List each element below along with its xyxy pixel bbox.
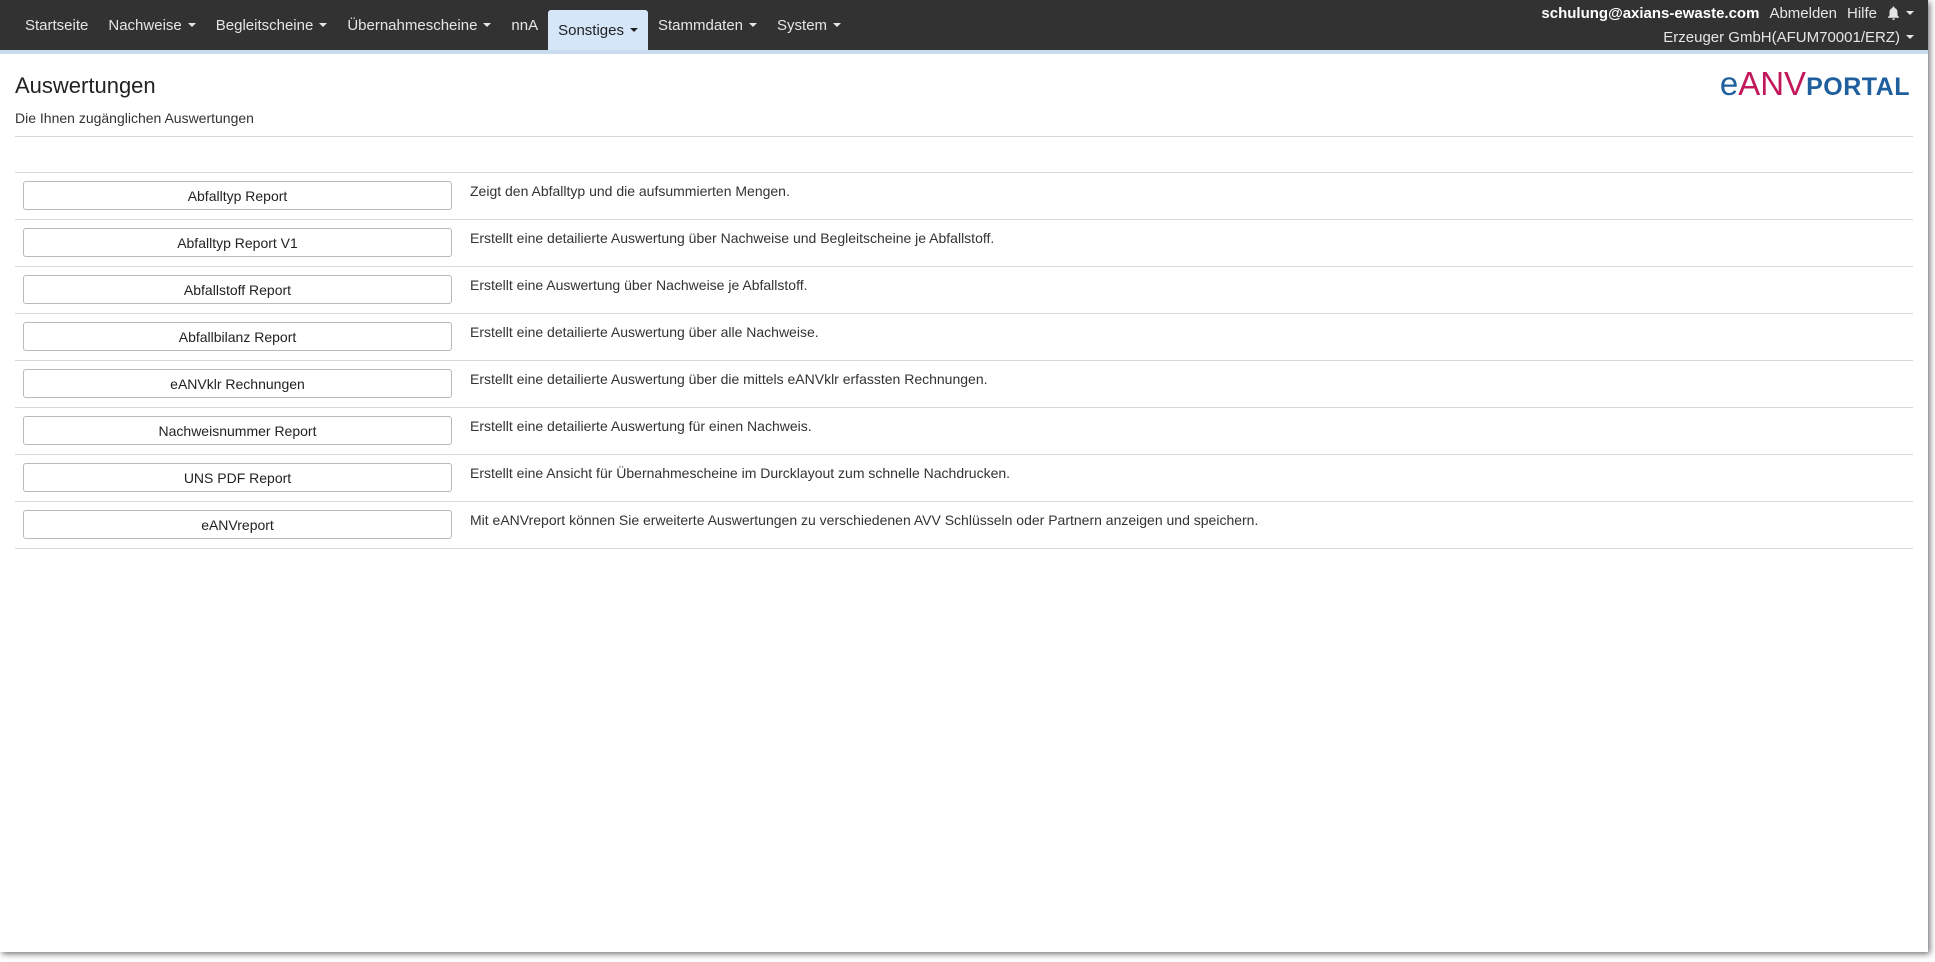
nav-startseite-label: Startseite	[25, 16, 89, 34]
user-area: schulung@axians-ewaste.com Abmelden Hilf…	[1541, 3, 1914, 48]
main-menu: Startseite Nachweise Begleitscheine Über…	[15, 0, 851, 50]
nav-system-label: System	[777, 16, 828, 34]
logo-portal: PORTAL	[1806, 73, 1910, 101]
report-row: Abfallstoff Report Erstellt eine Auswert…	[15, 267, 1913, 314]
abfallbilanz-report-button[interactable]: Abfallbilanz Report	[23, 322, 452, 351]
report-row: Abfallbilanz Report Erstellt eine detail…	[15, 314, 1913, 361]
report-description: Mit eANVreport können Sie erweiterte Aus…	[470, 512, 1259, 528]
nachweisnummer-report-button[interactable]: Nachweisnummer Report	[23, 416, 452, 445]
report-description: Erstellt eine detailierte Auswertung für…	[470, 418, 812, 434]
eanv-portal-logo: eANVPORTAL	[1720, 64, 1910, 107]
nav-nna-label: nnA	[511, 16, 539, 34]
report-description: Erstellt eine Auswertung über Nachweise …	[470, 277, 808, 293]
nav-begleitscheine[interactable]: Begleitscheine	[206, 0, 338, 50]
nav-sonstiges[interactable]: Sonstiges	[548, 10, 648, 50]
notifications-button[interactable]	[1887, 6, 1914, 20]
abfallstoff-report-button[interactable]: Abfallstoff Report	[23, 275, 452, 304]
app-window: Startseite Nachweise Begleitscheine Über…	[0, 0, 1928, 952]
page-header: Auswertungen Die Ihnen zugänglichen Ausw…	[15, 54, 1913, 137]
nav-stammdaten-label: Stammdaten	[657, 16, 744, 34]
chevron-down-icon	[1906, 11, 1914, 15]
report-description: Erstellt eine detailierte Auswertung übe…	[470, 371, 988, 387]
eanvklr-rechnungen-button[interactable]: eANVklr Rechnungen	[23, 369, 452, 398]
page-subtitle: Die Ihnen zugänglichen Auswertungen	[15, 110, 254, 126]
logo-anv: ANV	[1738, 65, 1807, 102]
chevron-down-icon	[483, 23, 492, 27]
user-email: schulung@axians-ewaste.com	[1541, 4, 1760, 22]
nav-startseite[interactable]: Startseite	[15, 0, 98, 50]
report-row: eANVreport Mit eANVreport können Sie erw…	[15, 502, 1913, 549]
company-label: Erzeuger GmbH(AFUM70001/ERZ)	[1663, 28, 1900, 46]
report-description: Erstellt eine Ansicht für Übernahmeschei…	[470, 465, 1011, 481]
report-row: Nachweisnummer Report Erstellt eine deta…	[15, 408, 1913, 455]
nav-uebernahmescheine-label: Übernahmescheine	[347, 16, 478, 34]
nav-sonstiges-label: Sonstiges	[558, 21, 624, 39]
report-row: UNS PDF Report Erstellt eine Ansicht für…	[15, 455, 1913, 502]
chevron-down-icon	[629, 28, 638, 32]
chevron-down-icon	[319, 23, 328, 27]
nav-begleitscheine-label: Begleitscheine	[215, 16, 314, 34]
logout-link[interactable]: Abmelden	[1769, 5, 1837, 22]
nav-uebernahmescheine[interactable]: Übernahmescheine	[337, 0, 501, 50]
logo-e: e	[1719, 65, 1739, 102]
reports-list: Abfalltyp Report Zeigt den Abfalltyp und…	[15, 172, 1913, 549]
chevron-down-icon	[833, 23, 842, 27]
page-title: Auswertungen	[15, 73, 156, 98]
abfalltyp-report-button[interactable]: Abfalltyp Report	[23, 181, 452, 210]
help-link[interactable]: Hilfe	[1847, 5, 1877, 22]
report-row: Abfalltyp Report Zeigt den Abfalltyp und…	[15, 173, 1913, 220]
nav-nachweise[interactable]: Nachweise	[98, 0, 205, 50]
abfalltyp-report-v1-button[interactable]: Abfalltyp Report V1	[23, 228, 452, 257]
report-row: eANVklr Rechnungen Erstellt eine detaili…	[15, 361, 1913, 408]
main-content: Auswertungen Die Ihnen zugänglichen Ausw…	[15, 54, 1913, 549]
report-description: Zeigt den Abfalltyp und die aufsummierte…	[470, 183, 790, 199]
chevron-down-icon	[1906, 35, 1914, 39]
report-description: Erstellt eine detailierte Auswertung übe…	[470, 324, 819, 340]
uns-pdf-report-button[interactable]: UNS PDF Report	[23, 463, 452, 492]
chevron-down-icon	[749, 23, 758, 27]
top-navbar: Startseite Nachweise Begleitscheine Über…	[0, 0, 1928, 54]
nav-system[interactable]: System	[767, 0, 851, 50]
bell-icon	[1888, 6, 1899, 20]
nav-nachweise-label: Nachweise	[108, 16, 182, 34]
chevron-down-icon	[187, 23, 196, 27]
nav-nna[interactable]: nnA	[501, 0, 548, 50]
eanvreport-button[interactable]: eANVreport	[23, 510, 452, 539]
report-row: Abfalltyp Report V1 Erstellt eine detail…	[15, 220, 1913, 267]
report-description: Erstellt eine detailierte Auswertung übe…	[470, 230, 995, 246]
nav-stammdaten[interactable]: Stammdaten	[648, 0, 767, 50]
company-selector[interactable]: Erzeuger GmbH(AFUM70001/ERZ)	[1541, 26, 1914, 48]
